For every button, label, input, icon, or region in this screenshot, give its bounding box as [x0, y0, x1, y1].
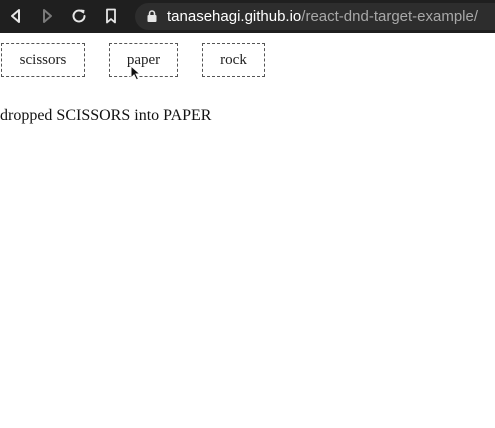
box-label: scissors: [19, 51, 67, 68]
browser-toolbar: tanasehagi.github.io/react-dnd-target-ex…: [0, 0, 495, 33]
url-path: /react-dnd-target-example/: [301, 8, 479, 25]
url-host: tanasehagi.github.io: [167, 8, 302, 25]
back-icon[interactable]: [6, 6, 26, 26]
page-content: scissors paper rock dropped SCISSORS int…: [0, 33, 495, 428]
reload-icon[interactable]: [69, 6, 89, 26]
lock-icon[interactable]: [145, 9, 159, 23]
drop-status-message: dropped SCISSORS into PAPER: [0, 107, 212, 124]
bookmark-icon[interactable]: [101, 6, 121, 26]
url-text: tanasehagi.github.io/react-dnd-target-ex…: [167, 8, 478, 25]
mouse-cursor-icon: [130, 65, 142, 81]
box-scissors[interactable]: scissors: [1, 43, 85, 77]
box-paper[interactable]: paper: [109, 43, 178, 77]
address-bar[interactable]: tanasehagi.github.io/react-dnd-target-ex…: [135, 3, 495, 30]
box-rock[interactable]: rock: [202, 43, 265, 77]
box-label: rock: [220, 51, 247, 68]
forward-icon[interactable]: [37, 6, 57, 26]
